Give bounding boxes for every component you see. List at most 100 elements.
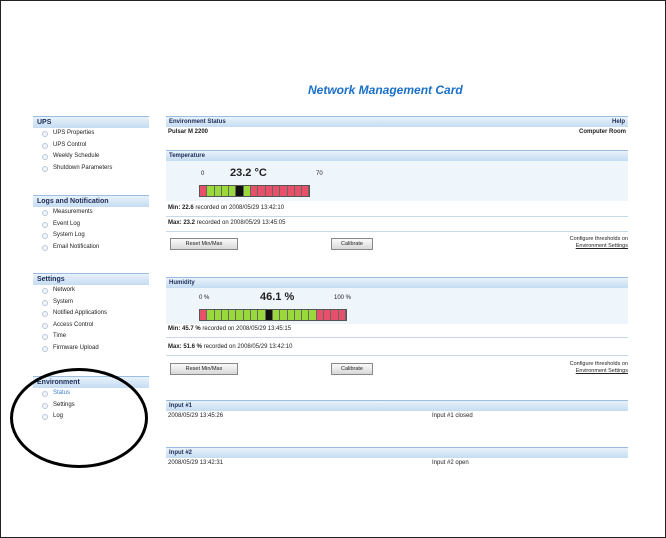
gauge-segment (258, 186, 266, 196)
bullet-icon (42, 299, 48, 306)
device-row: Pulsar M 2200 Computer Room (166, 127, 628, 138)
input2-panel: Input #2 2008/05/29 13:42:31 Input #2 op… (166, 447, 628, 469)
gauge-segment (294, 186, 303, 196)
humidity-scale-max: 100 % (334, 295, 352, 301)
input1-status: Input #1 closed (432, 413, 473, 419)
sidebar-item-shutdown-parameters[interactable]: Shutdown Parameters (33, 163, 149, 175)
bullet-icon (42, 288, 48, 294)
bullet-icon (42, 165, 48, 172)
temperature-reset-minmax-button[interactable]: Reset Min/Max (170, 238, 238, 250)
device-name: Pulsar M 2200 (168, 129, 209, 135)
humidity-header: Humidity (166, 277, 628, 288)
env-status-title: Environment Status (169, 119, 226, 125)
sidebar-heading-settings: Settings (33, 273, 149, 285)
input1-row: 2008/05/29 13:45:26 Input #1 closed (166, 411, 628, 422)
gauge-segment (200, 186, 208, 196)
bullet-icon (42, 244, 48, 251)
gauge-segment (214, 186, 222, 196)
gauge-segment (243, 310, 252, 320)
gauge-segment (207, 186, 215, 196)
bullet-icon (42, 154, 48, 160)
humidity-configure-note: Configure thresholds on Environment Sett… (569, 361, 628, 375)
gauge-segment (302, 310, 310, 320)
gauge-segment (324, 310, 332, 320)
humidity-calibrate-button[interactable]: Calibrate (331, 363, 373, 375)
gauge-segment (251, 310, 259, 320)
temperature-scale-min: 0 (201, 171, 205, 177)
sidebar-item-network[interactable]: Network (33, 285, 149, 297)
gauge-segment (287, 310, 295, 320)
sidebar-item-access-control[interactable]: Access Control (33, 320, 149, 332)
temperature-gauge (199, 185, 311, 197)
gauge-segment (280, 186, 288, 196)
gauge-segment (214, 310, 222, 320)
sidebar-section-settings: Settings Network System Notified Applica… (33, 273, 149, 354)
bullet-icon (42, 334, 48, 340)
temperature-min-row: Min: 22.6 recorded on 2008/05/29 13:42:1… (168, 205, 285, 211)
bullet-icon (42, 311, 48, 317)
sidebar-item-email-notification[interactable]: Email Notification (33, 242, 149, 254)
gauge-segment (200, 310, 208, 320)
input1-header: Input #1 (166, 400, 628, 411)
temperature-panel: Temperature 0 23.2 °C 70 Min: 22.6 recor… (166, 150, 628, 258)
gauge-segment (229, 310, 237, 320)
gauge-segment (280, 310, 288, 320)
gauge-segment (272, 310, 281, 320)
bullet-icon (42, 131, 48, 137)
humidity-max-row: Max: 51.6 % recorded on 2008/05/29 13:42… (168, 344, 293, 350)
sidebar-section-ups: UPS UPS Properties UPS Control Weekly Sc… (33, 116, 149, 174)
gauge-segment (221, 186, 230, 196)
sidebar-item-system-log[interactable]: System Log (33, 230, 149, 242)
bullet-icon (42, 142, 48, 149)
humidity-panel: Humidity 0 % 46.1 % 100 % Min: 45.7 % re… (166, 277, 628, 382)
sidebar-item-event-log[interactable]: Event Log (33, 219, 149, 231)
gauge-segment (294, 310, 303, 320)
bullet-icon (42, 345, 48, 352)
sidebar-heading-logs: Logs and Notification (33, 195, 149, 207)
gauge-segment (338, 310, 346, 320)
humidity-value: 46.1 % (260, 291, 295, 303)
sidebar-item-weekly-schedule[interactable]: Weekly Schedule (33, 151, 149, 163)
temperature-calibrate-button[interactable]: Calibrate (331, 238, 373, 250)
sidebar-section-logs: Logs and Notification Measurements Event… (33, 195, 149, 253)
gauge-segment (258, 310, 266, 320)
bullet-icon (42, 322, 48, 329)
env-status-header: Environment Status Help (166, 116, 628, 127)
gauge-segment (229, 186, 237, 196)
page-title: Network Management Card (308, 83, 463, 97)
help-link[interactable]: Help (612, 117, 625, 127)
env-status-panel: Environment Status Help Pulsar M 2200 Co… (166, 116, 628, 138)
humidity-gauge (199, 309, 347, 321)
sidebar-item-ups-control[interactable]: UPS Control (33, 140, 149, 152)
bullet-icon (42, 210, 48, 216)
sidebar-heading-ups: UPS (33, 116, 149, 128)
sidebar-item-firmware-upload[interactable]: Firmware Upload (33, 343, 149, 355)
input2-timestamp: 2008/05/29 13:42:31 (168, 460, 224, 466)
bullet-icon (42, 221, 48, 228)
input1-panel: Input #1 2008/05/29 13:45:26 Input #1 cl… (166, 400, 628, 422)
temperature-value: 23.2 °C (230, 167, 267, 179)
temperature-configure-note: Configure thresholds on Environment Sett… (569, 236, 628, 250)
temperature-scale-max: 70 (316, 171, 323, 177)
gauge-segment (272, 186, 281, 196)
gauge-segment (302, 186, 310, 196)
humidity-reset-minmax-button[interactable]: Reset Min/Max (170, 363, 238, 375)
gauge-segment (243, 186, 252, 196)
sidebar-item-time[interactable]: Time (33, 331, 149, 343)
input2-header: Input #2 (166, 447, 628, 458)
temperature-environment-settings-link[interactable]: Environment Settings (570, 243, 628, 250)
highlight-circle-annotation (10, 368, 148, 468)
sidebar-item-system[interactable]: System (33, 297, 149, 309)
humidity-min-row: Min: 45.7 % recorded on 2008/05/29 13:45… (168, 326, 292, 332)
gauge-marker (236, 186, 244, 196)
gauge-segment (207, 310, 215, 320)
gauge-segment (309, 310, 317, 320)
humidity-environment-settings-link[interactable]: Environment Settings (570, 368, 628, 375)
gauge-segment (265, 186, 273, 196)
input2-row: 2008/05/29 13:42:31 Input #2 open (166, 458, 628, 469)
sidebar-item-ups-properties[interactable]: UPS Properties (33, 128, 149, 140)
input1-timestamp: 2008/05/29 13:45:26 (168, 413, 224, 419)
gauge-segment (316, 310, 325, 320)
sidebar-item-measurements[interactable]: Measurements (33, 207, 149, 219)
sidebar-item-notified-applications[interactable]: Notified Applications (33, 308, 149, 320)
